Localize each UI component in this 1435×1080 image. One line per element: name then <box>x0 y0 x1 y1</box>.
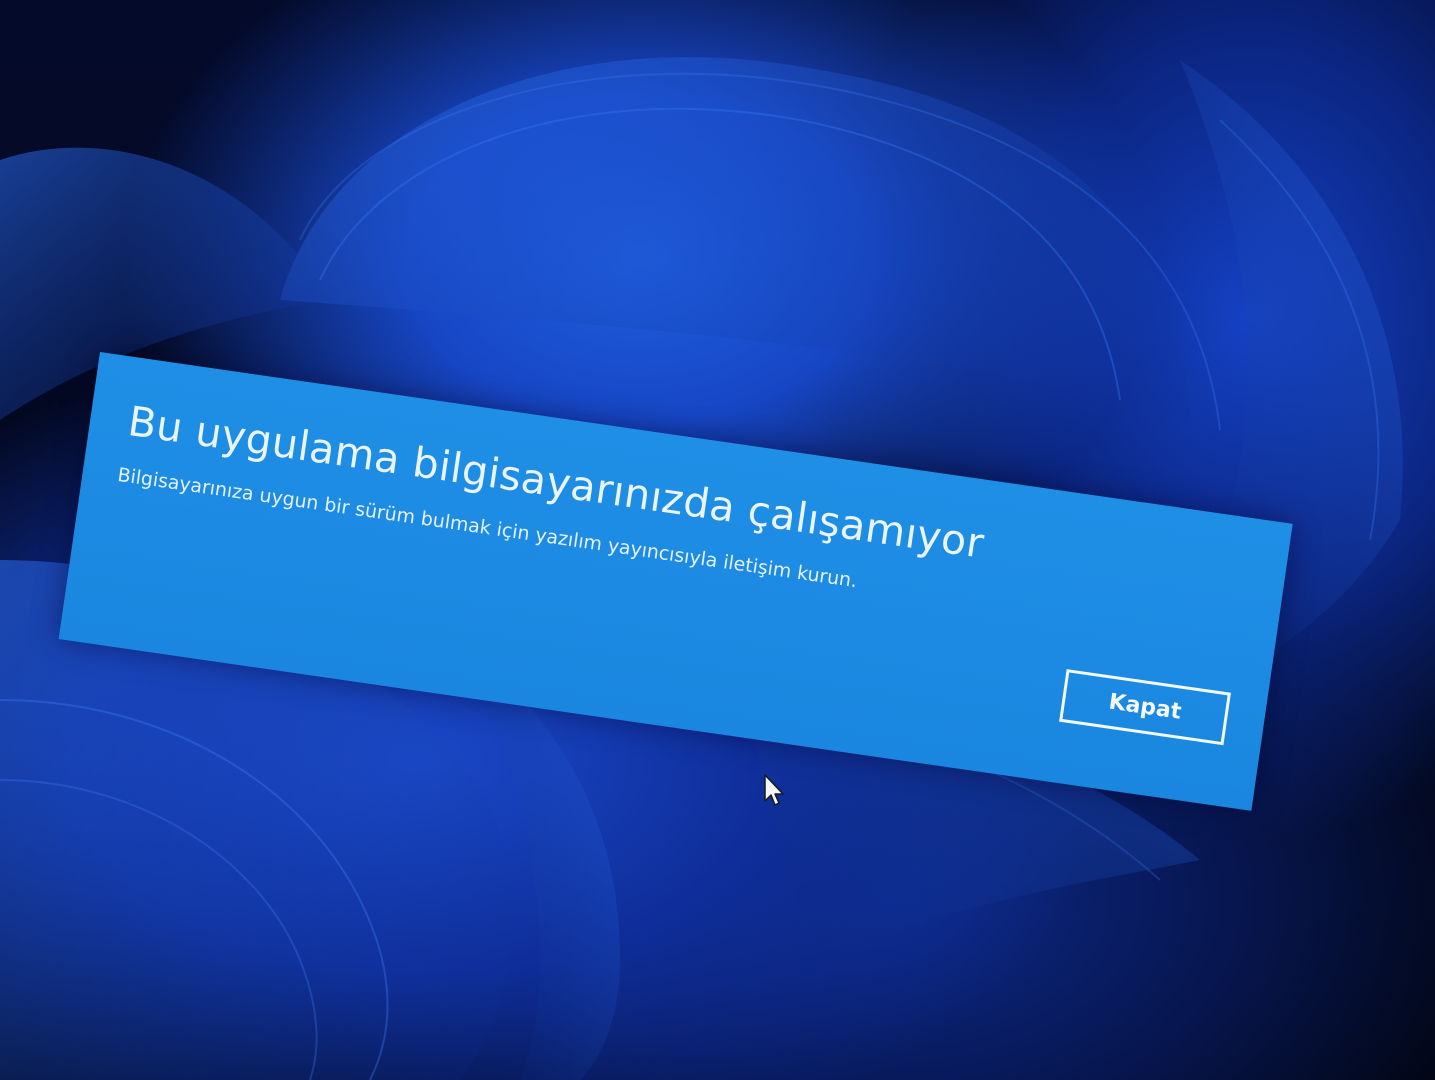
close-button[interactable]: Kapat <box>1059 669 1231 746</box>
desktop-wallpaper: Bu uygulama bilgisayarınızda çalışamıyor… <box>0 0 1435 1080</box>
mouse-pointer-icon <box>764 774 784 806</box>
